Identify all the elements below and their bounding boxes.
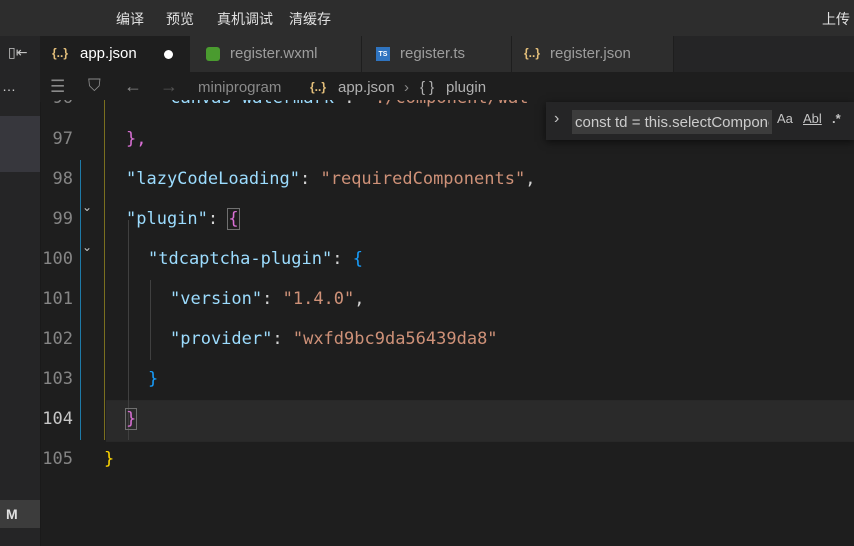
clear-cache-button[interactable]: 清缓存 [289, 9, 331, 29]
code-line: } [124, 408, 138, 430]
code-line: "canvas-watermark": "./component/wat [160, 100, 528, 108]
top-toolbar: 编译 预览 真机调试 清缓存 上传 [0, 0, 854, 36]
tab-register-ts[interactable]: TS register.ts [362, 36, 512, 72]
ts-file-icon: TS [376, 47, 390, 61]
code-line: "tdcaptcha-plugin": { [148, 249, 363, 269]
line-number: 105 [42, 449, 73, 469]
line-number: 103 [42, 369, 73, 389]
line-number: 101 [42, 289, 73, 309]
code-line: "plugin": { [126, 208, 240, 230]
indent-guide [150, 280, 151, 360]
code-line: "lazyCodeLoading": "requiredComponents", [126, 169, 536, 189]
sidebar-toggle-icon[interactable]: ▯⇤ [8, 44, 27, 61]
tab-label: app.json [80, 45, 137, 62]
fold-chevron-icon[interactable]: ⌄ [82, 200, 92, 214]
tab-app-json[interactable]: {..} app.json [40, 36, 190, 72]
code-line: }, [126, 129, 147, 149]
line-number: 98 [52, 169, 73, 189]
json-braces-icon: {..} [310, 80, 327, 94]
breadcrumb-item-miniprogram[interactable]: miniprogram [198, 79, 281, 96]
indent-guide [128, 220, 129, 440]
code-line: } [104, 449, 115, 469]
tab-label: register.ts [400, 45, 466, 62]
code-line: "version": "1.4.0", [170, 289, 365, 309]
indent-guide [104, 100, 105, 440]
line-number: 104 [42, 409, 73, 429]
current-line-highlight [106, 400, 854, 442]
toggle-replace-chevron-icon[interactable]: › [554, 110, 559, 128]
tab-register-wxml[interactable]: register.wxml [190, 36, 362, 72]
line-number: 96 [40, 100, 73, 108]
json-braces-icon: {..} [52, 46, 69, 60]
upload-button[interactable]: 上传 [822, 9, 850, 29]
list-icon[interactable]: ☰ [50, 77, 65, 97]
remote-debug-button[interactable]: 真机调试 [217, 9, 273, 29]
object-braces-icon: { } [420, 79, 435, 96]
code-line: } [148, 369, 159, 389]
breadcrumb-item-app-json[interactable]: app.json [338, 79, 395, 96]
tab-label: register.json [550, 45, 631, 62]
regex-icon[interactable]: .* [832, 111, 841, 126]
compile-button[interactable]: 编译 [116, 9, 144, 29]
code-editor[interactable]: 96 "canvas-watermark": "./component/wat … [40, 100, 854, 546]
forward-arrow-icon[interactable]: → [160, 76, 178, 97]
tab-register-json[interactable]: {..} register.json [512, 36, 674, 72]
unsaved-dot-icon[interactable] [164, 50, 173, 59]
breadcrumb: ☰ ⛉ ← → miniprogram {..} app.json › { } … [40, 72, 854, 102]
tab-label: register.wxml [230, 45, 318, 62]
line-number: 102 [42, 329, 73, 349]
breadcrumb-item-plugin[interactable]: plugin [446, 79, 486, 96]
fold-chevron-icon[interactable]: ⌄ [82, 240, 92, 254]
bookmark-icon[interactable]: ⛉ [88, 76, 101, 96]
left-panel [0, 36, 41, 546]
line-number: 99 [52, 209, 73, 229]
whole-word-icon[interactable]: Abl [803, 111, 822, 126]
line-number: 100 [42, 249, 73, 269]
tab-bar: {..} app.json register.wxml TS register.… [40, 36, 854, 72]
line-number: 97 [52, 129, 73, 149]
json-braces-icon: {..} [524, 46, 541, 60]
wxml-file-icon [206, 47, 220, 61]
git-modified-badge: M [0, 500, 40, 528]
back-arrow-icon[interactable]: ← [124, 76, 142, 97]
find-input[interactable] [572, 110, 772, 134]
modified-gutter-bar [80, 160, 81, 440]
find-widget: › Aa Abl .* [546, 102, 854, 140]
more-icon[interactable]: … [2, 78, 16, 94]
code-line: "provider": "wxfd9bc9da56439da8" [170, 329, 498, 349]
match-case-icon[interactable]: Aa [777, 111, 793, 126]
left-panel-selected-item[interactable] [0, 116, 40, 172]
chevron-right-icon: › [404, 79, 409, 96]
preview-button[interactable]: 预览 [166, 9, 194, 29]
